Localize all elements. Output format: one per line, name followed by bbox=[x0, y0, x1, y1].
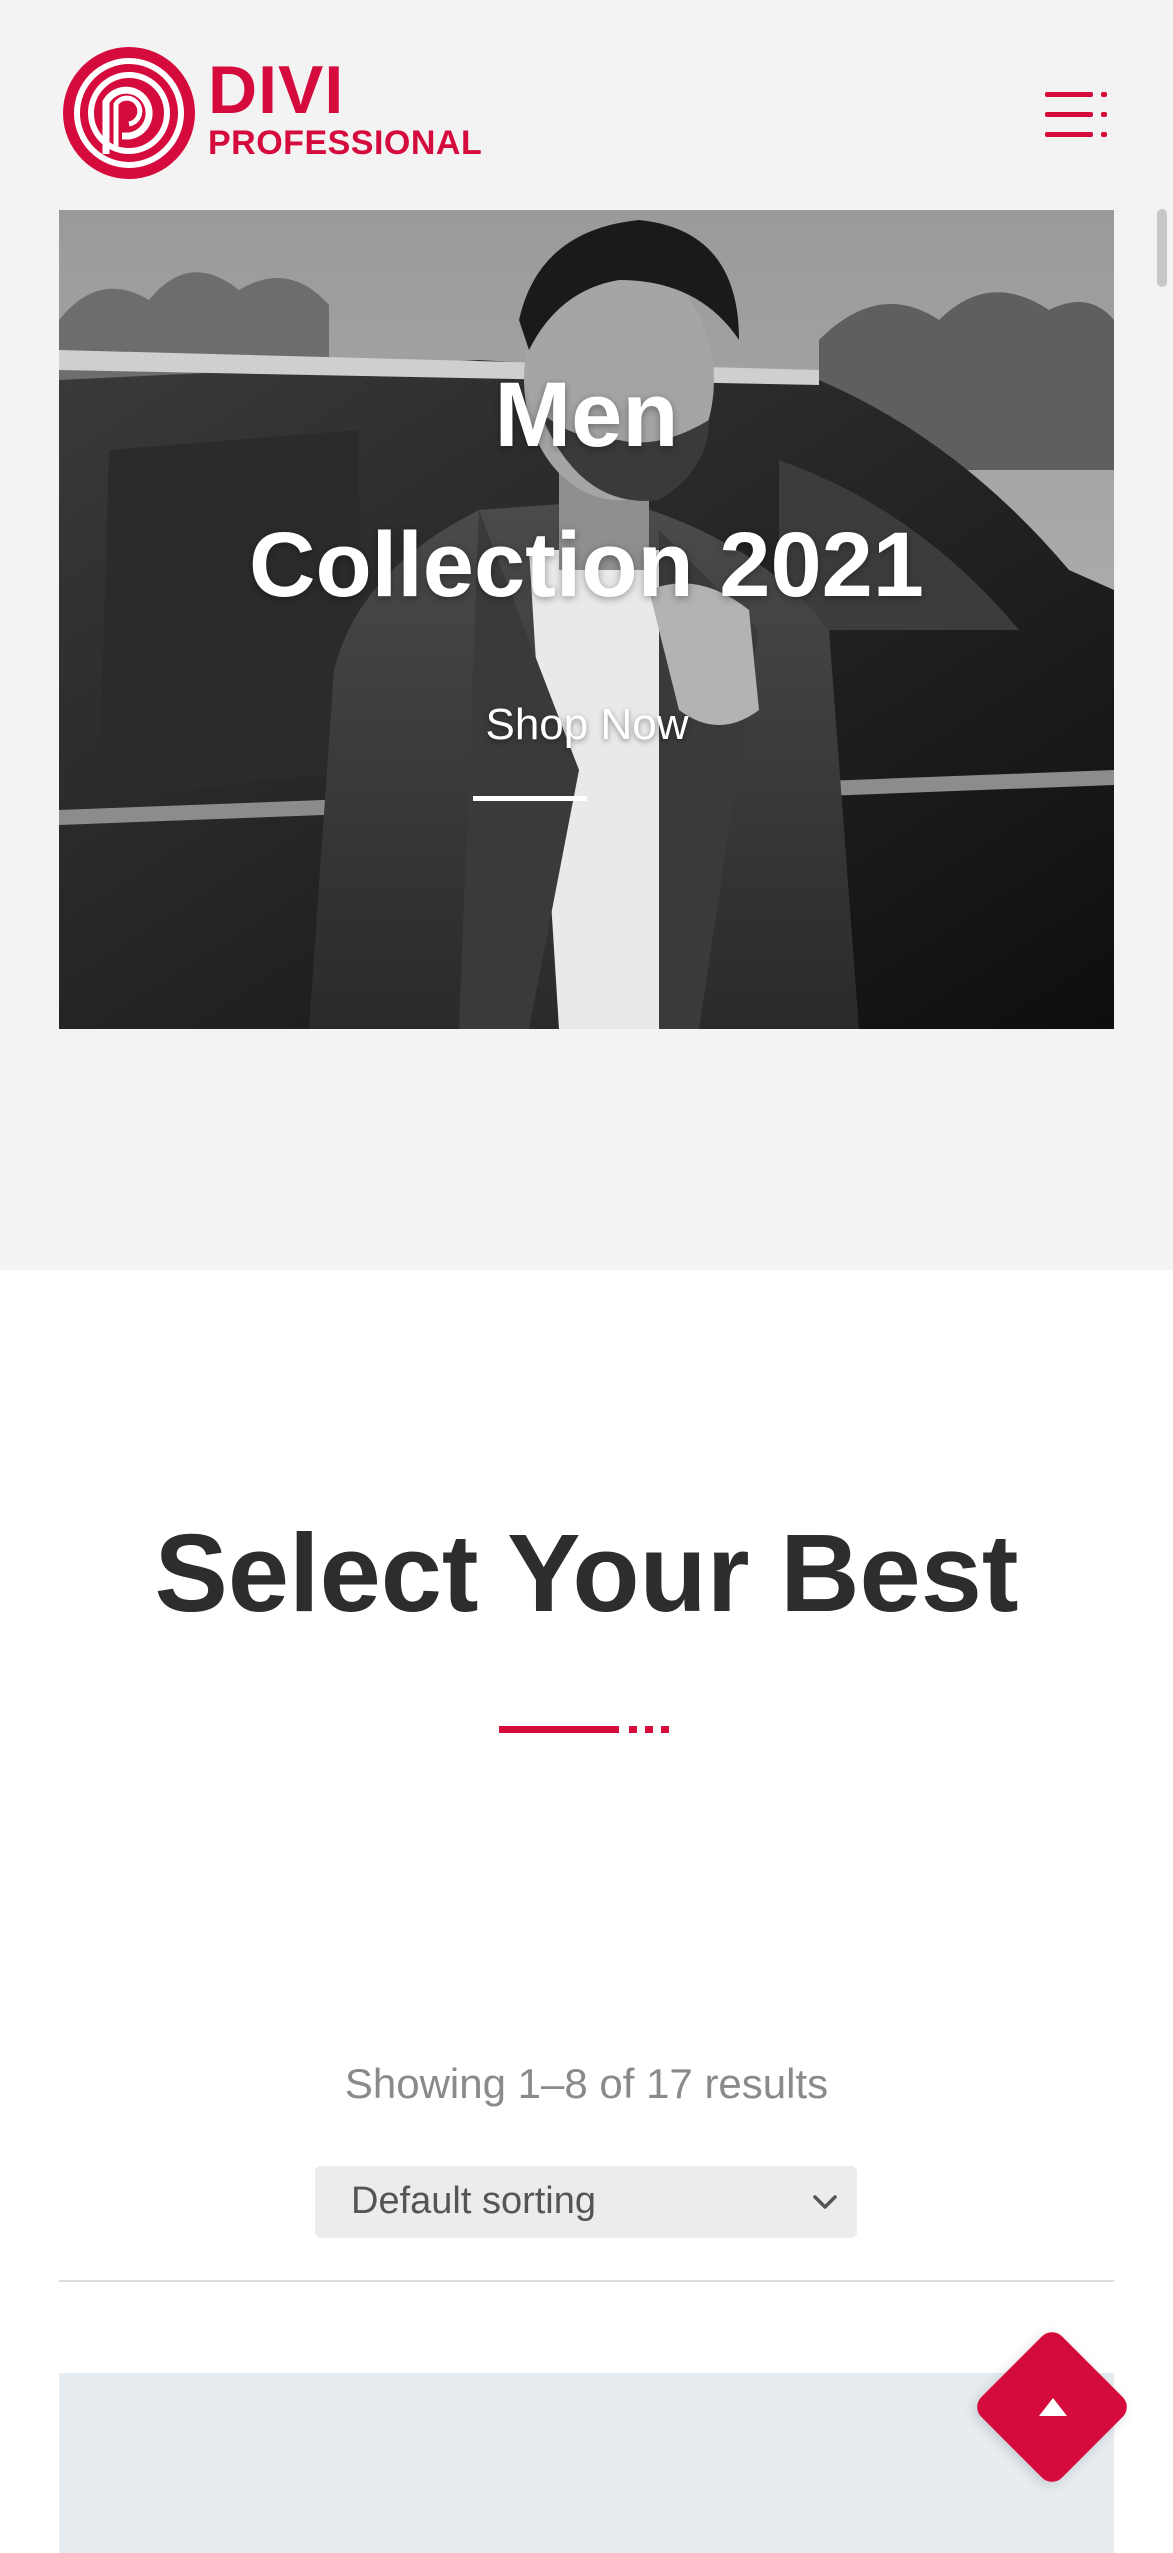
section-title: Select Your Best bbox=[154, 1512, 1019, 1635]
hero-title-line1: Men bbox=[494, 364, 679, 466]
logo-word-divi: DIVI bbox=[208, 52, 345, 128]
logo-word-professional: PROFESSIONAL bbox=[208, 124, 483, 162]
hero-title: Men Collection 2021 bbox=[59, 340, 1114, 640]
chevron-down-icon bbox=[813, 2195, 837, 2209]
logo-mark-icon bbox=[63, 47, 195, 179]
sort-select[interactable]: Default sorting bbox=[315, 2166, 857, 2238]
sort-selected-value: Default sorting bbox=[351, 2180, 597, 2222]
section-divider-dot bbox=[629, 1726, 637, 1733]
divider bbox=[59, 2280, 1114, 2282]
shop-now-underline bbox=[473, 796, 587, 801]
site-logo[interactable]: DIVI PROFESSIONAL bbox=[62, 46, 482, 182]
result-count: Showing 1–8 of 17 results bbox=[344, 2060, 829, 2107]
product-card[interactable] bbox=[59, 2373, 1114, 2553]
section-divider-line bbox=[499, 1726, 619, 1733]
scrollbar-thumb[interactable] bbox=[1157, 209, 1167, 287]
section-divider-dot bbox=[645, 1726, 653, 1733]
logo-wordmark: DIVI PROFESSIONAL bbox=[208, 56, 482, 160]
menu-button[interactable] bbox=[1045, 88, 1115, 140]
shop-now-link[interactable]: Shop Now bbox=[473, 700, 701, 750]
section-divider-dot bbox=[661, 1726, 669, 1733]
hero-banner: Men Collection 2021 Shop Now bbox=[59, 210, 1114, 1029]
hamburger-menu-icon bbox=[1045, 92, 1107, 137]
hero-title-line2: Collection 2021 bbox=[249, 514, 924, 616]
